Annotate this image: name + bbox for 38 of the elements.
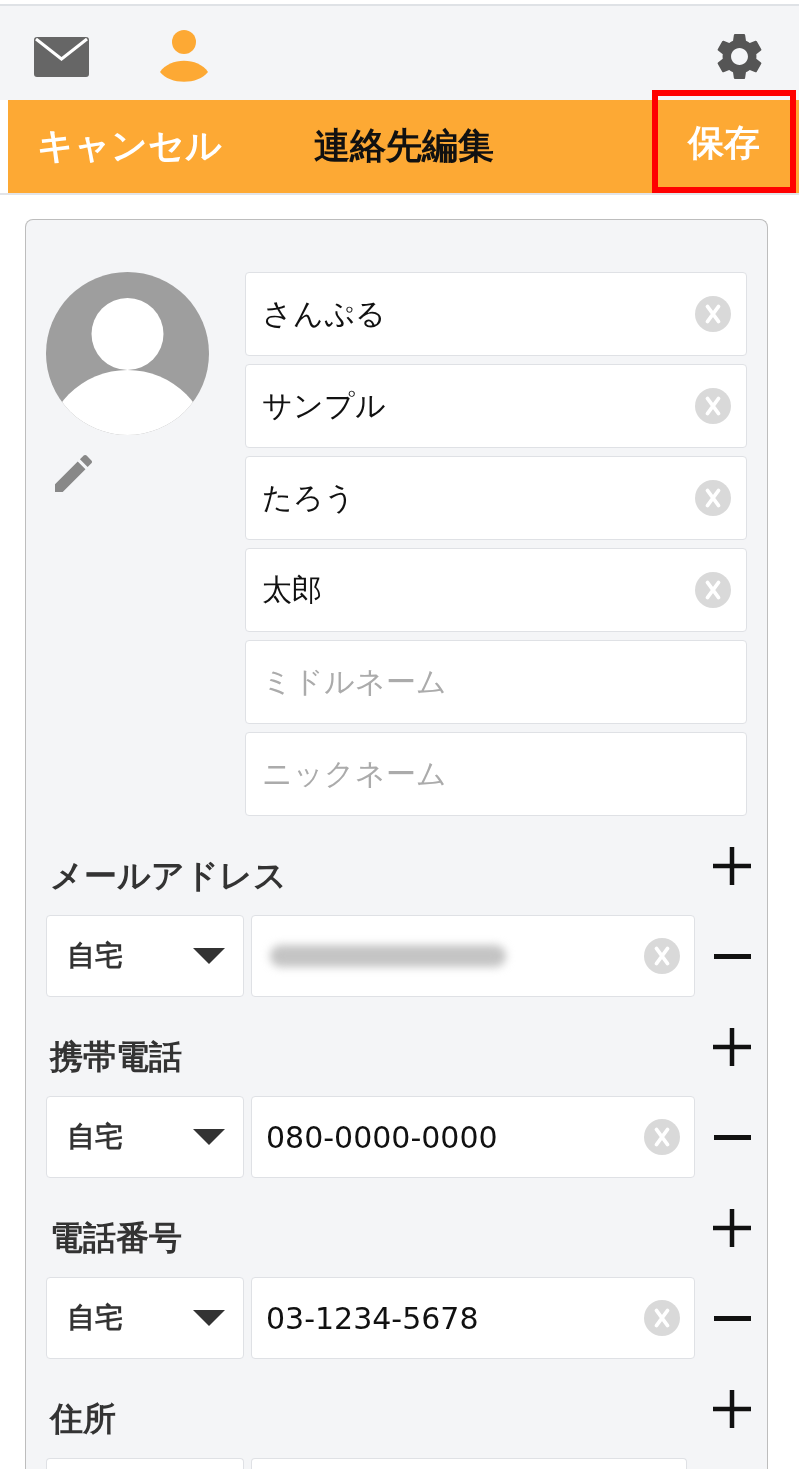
type-select[interactable]: 自宅 (46, 1277, 244, 1359)
caret-icon (193, 1310, 225, 1326)
text-field[interactable]: 太郎 (245, 548, 747, 632)
type-select[interactable]: 自宅 (46, 1096, 244, 1178)
clear-icon[interactable] (644, 1119, 680, 1155)
section-label: メールアドレス (50, 857, 287, 895)
minus-icon[interactable] (714, 1134, 751, 1140)
text-field[interactable]: さんぷる (245, 272, 747, 356)
type-select[interactable]: 自宅 (46, 915, 244, 997)
type-select[interactable] (46, 1458, 244, 1469)
clear-icon[interactable] (695, 572, 731, 608)
section-label: 携帯電話 (50, 1038, 182, 1076)
clear-icon[interactable] (695, 296, 731, 332)
clear-icon[interactable] (695, 388, 731, 424)
text-field[interactable] (251, 1458, 687, 1469)
text-field[interactable] (251, 915, 695, 997)
clear-icon[interactable] (644, 1300, 680, 1336)
pencil-icon[interactable] (55, 455, 92, 492)
plus-icon[interactable] (713, 1028, 751, 1066)
clear-icon[interactable] (644, 938, 680, 974)
minus-icon[interactable] (714, 953, 751, 959)
minus-icon[interactable] (714, 1315, 751, 1321)
caret-icon (193, 948, 225, 964)
plus-icon[interactable] (713, 1390, 751, 1428)
clear-icon[interactable] (695, 480, 731, 516)
plus-icon[interactable] (713, 1209, 751, 1247)
plus-icon[interactable] (713, 847, 751, 885)
text-field[interactable]: たろう (245, 456, 747, 540)
person-icon[interactable] (160, 30, 208, 83)
text-field[interactable]: 080-0000-0000 (251, 1096, 695, 1178)
caret-icon (193, 1129, 225, 1145)
settings-icon[interactable] (717, 33, 762, 80)
section-label: 住所 (50, 1400, 116, 1438)
page-title: 連絡先編集 (313, 124, 494, 168)
section-label: 電話番号 (50, 1219, 182, 1257)
text-field[interactable]: 03-1234-5678 (251, 1277, 695, 1359)
mail-icon[interactable] (34, 36, 89, 77)
text-field[interactable]: サンプル (245, 364, 747, 448)
